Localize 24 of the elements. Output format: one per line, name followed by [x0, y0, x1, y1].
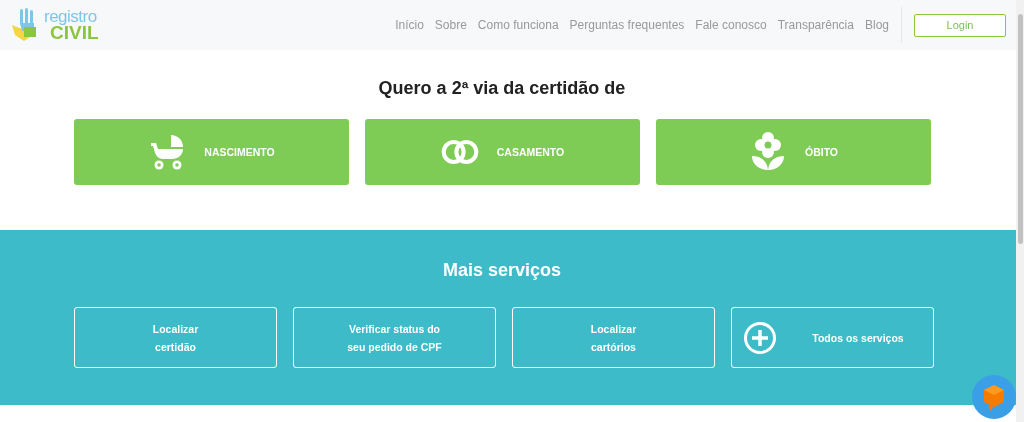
nav-link[interactable]: Sobre: [434, 18, 467, 32]
certificate-button[interactable]: CASAMENTO: [365, 119, 640, 185]
nav-link[interactable]: Como funciona: [477, 18, 559, 32]
section-title: Quero a 2ª via da certidão de: [377, 78, 627, 99]
service-button[interactable]: Todos os serviços: [731, 307, 934, 368]
login-button[interactable]: Login: [914, 13, 1006, 37]
chat-icon[interactable]: [972, 375, 1016, 419]
flower-icon: [750, 132, 785, 172]
stroller-icon: [149, 133, 186, 171]
nav-link[interactable]: Início: [395, 18, 424, 32]
section-title: Mais serviços: [441, 260, 563, 281]
nav-link[interactable]: Blog: [864, 18, 889, 32]
nav-link[interactable]: Perguntas frequentes: [569, 18, 685, 32]
plus-circle-icon: [743, 320, 777, 355]
certificate-button[interactable]: NASCIMENTO: [74, 119, 349, 185]
scrollbar-thumb[interactable]: [1017, 14, 1023, 244]
certificate-button[interactable]: ÓBITO: [656, 119, 931, 185]
rings-icon: [440, 137, 479, 167]
service-button[interactable]: Verificar status do seu pedido de CPF: [293, 307, 496, 368]
service-button[interactable]: Localizar certidão: [74, 307, 277, 368]
logo-text: registro: [44, 8, 98, 25]
service-button[interactable]: Localizar cartórios: [512, 307, 715, 368]
nav-link[interactable]: Fale conosco: [695, 18, 767, 32]
nav-link[interactable]: Transparência: [777, 18, 854, 32]
